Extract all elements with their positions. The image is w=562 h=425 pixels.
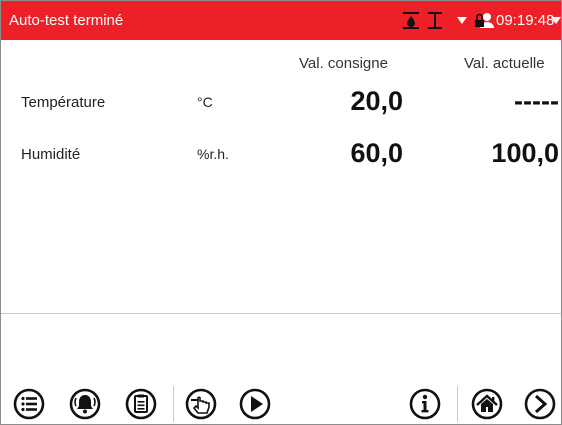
- water-drop-icon[interactable]: [401, 11, 421, 29]
- actual-value: -----: [514, 86, 559, 116]
- parameter-label: Humidité: [21, 146, 81, 163]
- title-bar: Auto-test terminé 09:19:48: [1, 1, 561, 40]
- setpoint-value[interactable]: 20,0: [283, 86, 403, 117]
- toolbar-divider: [457, 386, 458, 422]
- chevron-down-icon[interactable]: [551, 17, 561, 24]
- touch-hand-icon[interactable]: [185, 388, 217, 420]
- clipboard-icon[interactable]: [125, 388, 157, 420]
- next-arrow-icon[interactable]: [524, 388, 556, 420]
- toolbar-divider: [173, 386, 174, 422]
- play-icon[interactable]: [239, 388, 271, 420]
- setpoint-column-header: Val. consigne: [299, 55, 388, 72]
- unit-label: °C: [197, 94, 213, 110]
- user-lock-icon[interactable]: [474, 11, 494, 29]
- controller-screen: Auto-test terminé 09:19:48 Val. consigne…: [0, 0, 562, 425]
- chevron-down-icon[interactable]: [457, 17, 467, 24]
- bottom-toolbar: [1, 383, 561, 424]
- actual-value: 100,0: [491, 138, 559, 168]
- alarm-bell-icon[interactable]: [69, 388, 101, 420]
- setpoint-value[interactable]: 60,0: [283, 138, 403, 169]
- divider: [1, 313, 561, 314]
- unit-label: %r.h.: [197, 146, 229, 162]
- home-icon[interactable]: [471, 388, 503, 420]
- menu-icon[interactable]: [13, 388, 45, 420]
- status-message: Auto-test terminé: [9, 12, 124, 29]
- actual-column-header: Val. actuelle: [464, 55, 545, 72]
- temperature-marker-icon[interactable]: [426, 11, 444, 29]
- info-icon[interactable]: [409, 388, 441, 420]
- clock-time[interactable]: 09:19:48: [496, 12, 554, 29]
- parameter-label: Température: [21, 94, 106, 111]
